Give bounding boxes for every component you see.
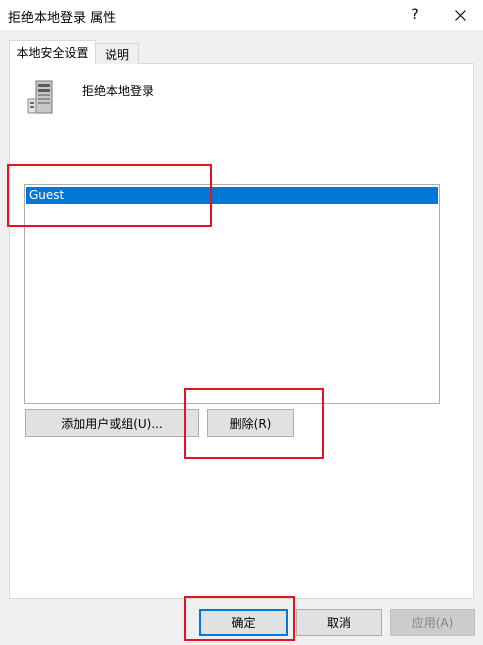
cancel-button[interactable]: 取消 [296,609,382,636]
user-list[interactable]: Guest [24,184,440,404]
apply-button[interactable]: 应用(A) [390,609,475,636]
tab-local-security-setting[interactable]: 本地安全设置 [9,40,96,64]
close-button[interactable] [437,0,483,30]
add-user-or-group-button[interactable]: 添加用户或组(U)... [25,409,199,437]
server-icon [27,80,53,114]
help-button[interactable]: ? [392,0,438,30]
policy-name: 拒绝本地登录 [82,84,155,98]
ok-button[interactable]: 确定 [199,609,288,636]
list-item-guest[interactable]: Guest [26,187,438,204]
close-icon [454,9,466,21]
title-bar: 拒绝本地登录 属性 ? [0,0,483,30]
tab-panel: 拒绝本地登录 Guest 添加用户或组(U)... 删除(R) [9,63,474,599]
remove-button[interactable]: 删除(R) [207,409,294,437]
tab-explain[interactable]: 说明 [95,43,139,64]
window-title: 拒绝本地登录 属性 [8,11,117,26]
